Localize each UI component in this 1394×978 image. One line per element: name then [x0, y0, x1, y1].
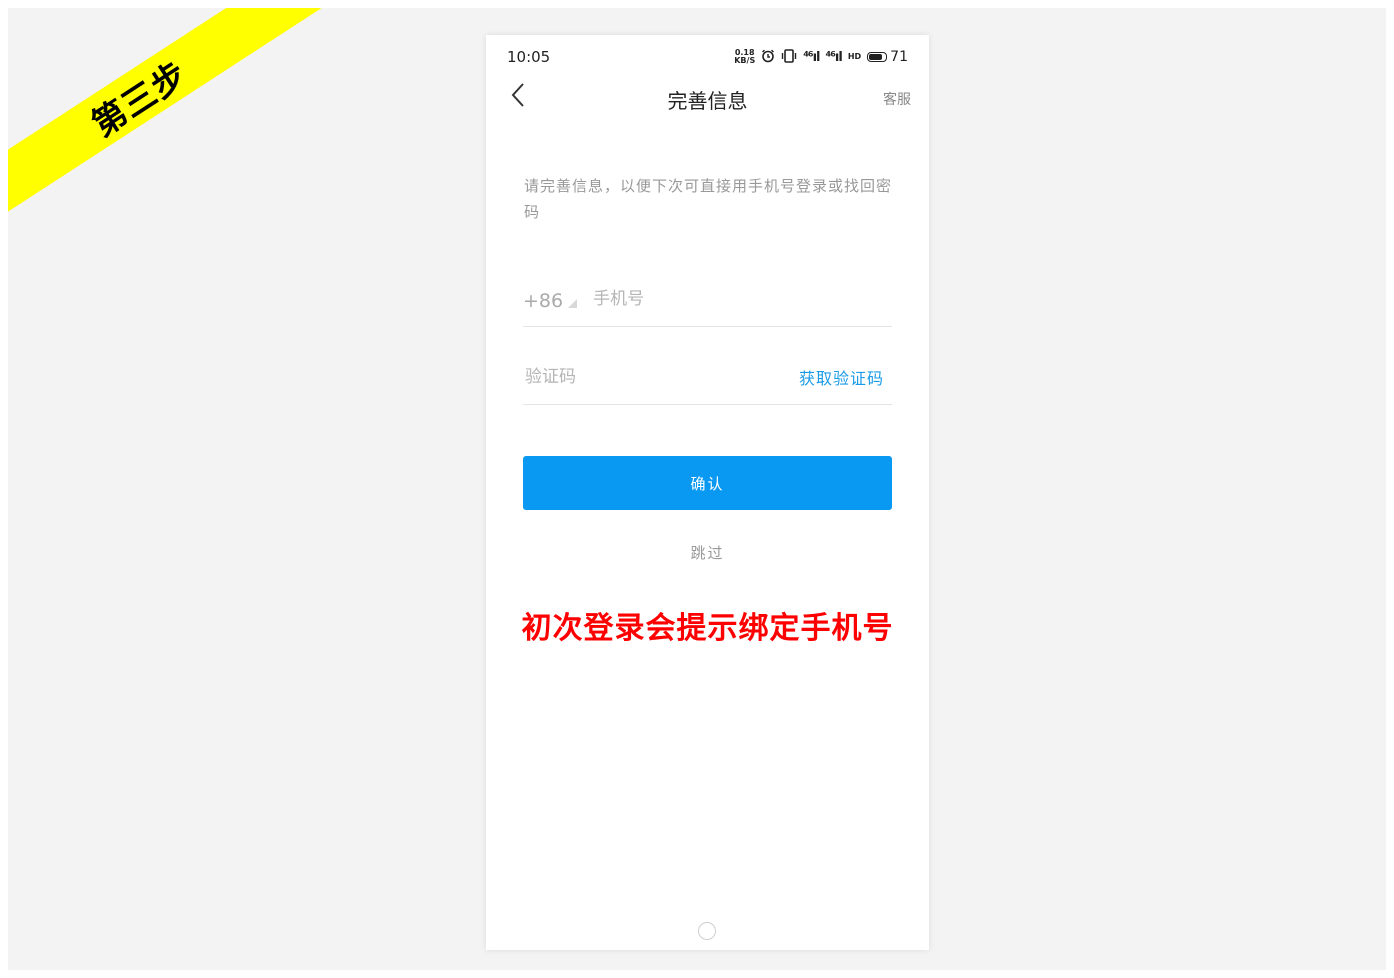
home-circle-icon[interactable]	[698, 922, 716, 940]
country-code-selector[interactable]: +86	[523, 289, 578, 312]
network-speed-unit: KB/S	[734, 56, 756, 65]
annotation-note: 初次登录会提示绑定手机号	[521, 611, 894, 646]
customer-service-link[interactable]: 客服	[883, 89, 911, 109]
get-code-button[interactable]: 获取验证码	[799, 365, 884, 389]
status-time: 10:05	[507, 48, 551, 66]
triangle-dropdown-icon	[568, 298, 578, 308]
verification-code-input[interactable]	[523, 365, 727, 388]
status-icons: 0.18 KB/S ⁴⁶ıl ⁴⁶ıl HD 71	[734, 49, 908, 66]
step-ribbon: 第三步	[8, 8, 358, 219]
vibrate-icon	[781, 48, 797, 66]
signal-strength-1: ⁴⁶ıl	[803, 49, 820, 65]
skip-button[interactable]: 跳过	[486, 542, 929, 563]
battery-icon	[867, 52, 888, 62]
phone-screen: 10:05 0.18 KB/S ⁴⁶ıl ⁴⁶ıl HD 71 完善信息 客服 …	[486, 35, 929, 950]
signal-strength-2: ⁴⁶ıl	[825, 49, 843, 65]
verification-code-row: 获取验证码	[523, 353, 892, 405]
alarm-clock-icon	[761, 49, 775, 66]
nav-bar: 完善信息 客服	[486, 79, 929, 115]
battery-level: 71	[890, 49, 908, 65]
phone-field-row: +86	[523, 275, 892, 327]
confirm-button[interactable]: 确认	[523, 456, 892, 510]
network-speed: 0.18 KB/S	[734, 49, 755, 65]
country-code-label: +86	[523, 289, 564, 312]
phone-number-input[interactable]	[591, 287, 836, 310]
page-title: 完善信息	[667, 89, 748, 113]
battery-indicator: 71	[867, 49, 908, 65]
step-ribbon-label: 第三步	[84, 53, 195, 145]
hd-badge: HD	[847, 52, 862, 61]
status-bar: 10:05 0.18 KB/S ⁴⁶ıl ⁴⁶ıl HD 71	[486, 35, 929, 79]
intro-text: 请完善信息，以便下次可直接用手机号登录或找回密码	[524, 177, 893, 221]
screenshot-canvas: 第三步 10:05 0.18 KB/S ⁴⁶ıl ⁴⁶ıl HD 71 完善信息…	[8, 8, 1386, 970]
